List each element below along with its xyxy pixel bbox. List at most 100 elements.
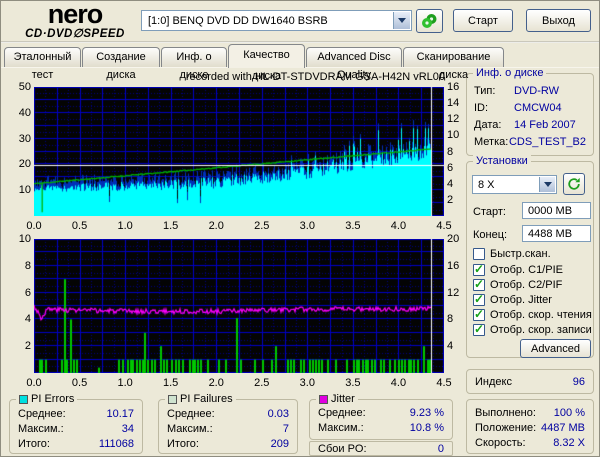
start-field[interactable]: 0000 MB bbox=[522, 202, 591, 219]
po-failures-group: Сбои PO: 0 bbox=[309, 441, 453, 456]
start-field-label: Старт: bbox=[473, 206, 506, 218]
progress-group: Выполнено: 100 % Положение: 4487 MB Скорос… bbox=[466, 399, 594, 454]
disc-info-group: Инф. о диске Тип: DVD-RW ID: CMCW04 Дата: 1… bbox=[466, 67, 594, 156]
disc-info-title: Инф. о диске bbox=[473, 67, 547, 79]
axis-tick: 10 bbox=[18, 184, 31, 197]
tab-benchmark[interactable]: Эталонный тест bbox=[4, 47, 81, 81]
axis-tick: 6 bbox=[24, 286, 31, 299]
axis-tick: 4 bbox=[24, 313, 31, 326]
disc-icon bbox=[422, 14, 437, 28]
progress-done-row: Выполнено: 100 % bbox=[475, 406, 585, 419]
index-value: 96 bbox=[572, 375, 585, 388]
drive-select-value: [1:0] BENQ DVD DD DW1640 BSRB bbox=[148, 14, 328, 27]
axis-tick: 1.5 bbox=[163, 377, 179, 389]
tab-scan-disc[interactable]: Сканирование диска bbox=[403, 47, 504, 81]
po-failures-value: 0 bbox=[437, 442, 444, 455]
axis-tick: 4.0 bbox=[390, 377, 407, 389]
po-failures-row: Сбои PO: 0 bbox=[310, 442, 452, 455]
axis-tick: 4.5 bbox=[436, 377, 452, 389]
axis-tick: 2.0 bbox=[208, 220, 224, 232]
refresh-icon bbox=[568, 177, 580, 190]
tab-create-disc[interactable]: Создание диска bbox=[82, 47, 160, 81]
pi-errors-stats-title: PI Errors bbox=[16, 393, 78, 405]
nero-cd-dvd-speed-window: nero CD·DVD∅SPEED [1:0] BENQ DVD DD DW16… bbox=[0, 0, 600, 457]
stat-row: Среднее: 0.03 bbox=[167, 407, 289, 420]
end-field-label: Конец: bbox=[473, 229, 508, 241]
disc-type-row: Тип: DVD-RW bbox=[474, 84, 560, 97]
advanced-button[interactable]: Advanced bbox=[520, 339, 591, 358]
pi-errors-chart bbox=[34, 87, 444, 216]
axis-tick: 50 bbox=[18, 81, 31, 93]
recorded-with-label: recorded with HL-DT-STDVDRAM GSA-H42N vR… bbox=[185, 71, 445, 83]
pi-errors-legend-swatch bbox=[19, 394, 28, 404]
checkbox-box[interactable] bbox=[473, 262, 485, 276]
axis-tick: 3.0 bbox=[299, 377, 315, 389]
axis-tick: 1.5 bbox=[163, 220, 179, 232]
index-label: Индекс bbox=[475, 375, 512, 388]
pi-failures-stats-group: PI Failures Среднее: 0.03 Максим.: 7 Итого… bbox=[158, 393, 298, 454]
checkbox-show-read-speed[interactable]: Отобр. скор. чтения bbox=[473, 307, 592, 322]
axis-tick: 8 bbox=[24, 259, 31, 272]
checkbox-fast-scan[interactable]: Быстр.скан. bbox=[473, 247, 551, 261]
axis-tick: 10 bbox=[18, 233, 31, 245]
disc-id-row: ID: CMCW04 bbox=[474, 101, 562, 114]
checkbox-box[interactable] bbox=[473, 292, 485, 306]
axis-tick: 3.5 bbox=[345, 377, 361, 389]
checkbox-box[interactable] bbox=[473, 322, 485, 336]
stat-row: Итого: 111068 bbox=[18, 437, 134, 450]
axis-tick: 4.0 bbox=[390, 220, 407, 232]
nero-logo: nero CD·DVD∅SPEED bbox=[9, 0, 141, 40]
axis-tick: 20 bbox=[18, 158, 31, 171]
checkbox-box[interactable] bbox=[473, 248, 485, 260]
stat-row: Максим.: 34 bbox=[18, 422, 134, 435]
chevron-down-icon[interactable] bbox=[393, 12, 410, 29]
pi-failures-jitter-chart bbox=[34, 239, 444, 373]
exit-button[interactable]: Выход bbox=[526, 9, 591, 32]
progress-speed-row: Скорость: 8.32 X bbox=[475, 436, 585, 449]
po-failures-label: Сбои PO: bbox=[318, 442, 367, 455]
stat-row: Максим.: 7 bbox=[167, 422, 289, 435]
axis-tick: 3.0 bbox=[299, 220, 315, 232]
start-button[interactable]: Старт bbox=[453, 9, 513, 32]
axis-tick: 40 bbox=[18, 106, 31, 119]
stat-row: Среднее: 9.23 % bbox=[318, 406, 444, 419]
tab-disc-quality[interactable]: Качество диска bbox=[228, 44, 305, 82]
pi-errors-stats-group: PI Errors Среднее: 10.17 Максим.: 34 Итого… bbox=[9, 393, 143, 454]
jitter-stats-title: Jitter bbox=[316, 393, 358, 405]
eject-disc-button[interactable] bbox=[416, 9, 443, 33]
axis-tick: 2.5 bbox=[254, 220, 270, 232]
tab-advanced-quality[interactable]: Advanced Disc Quality bbox=[306, 47, 402, 81]
axis-tick: 2.0 bbox=[208, 377, 224, 389]
axis-tick: 0.5 bbox=[71, 377, 88, 389]
cd-dvd-speed-logo-text: CD·DVD∅SPEED bbox=[25, 28, 125, 40]
axis-tick: 4.5 bbox=[436, 220, 452, 232]
speed-select[interactable]: 8 X bbox=[472, 175, 557, 194]
progress-position-row: Положение: 4487 MB bbox=[475, 421, 585, 434]
settings-title: Установки bbox=[473, 155, 531, 167]
axis-tick: 2.5 bbox=[254, 377, 270, 389]
stat-row: Максим.: 10.8 % bbox=[318, 421, 444, 434]
refresh-button[interactable] bbox=[563, 173, 585, 195]
index-group: Индекс 96 bbox=[466, 369, 594, 394]
axis-tick: 1.0 bbox=[117, 377, 133, 389]
end-field[interactable]: 4488 MB bbox=[522, 225, 591, 242]
nero-logo-text: nero bbox=[47, 0, 104, 29]
disc-date-row: Дата: 14 Feb 2007 bbox=[474, 118, 576, 131]
checkbox-show-c2-pif[interactable]: Отобр. C2/PIF bbox=[473, 277, 562, 292]
chevron-down-icon[interactable] bbox=[539, 177, 555, 192]
axis-tick: 1.0 bbox=[117, 220, 133, 232]
header-separator bbox=[1, 41, 599, 43]
checkbox-box[interactable] bbox=[473, 277, 485, 291]
pi-failures-legend-swatch bbox=[168, 394, 177, 404]
checkbox-show-c1-pie[interactable]: Отобр. C1/PIE bbox=[473, 262, 563, 277]
index-row: Индекс 96 bbox=[467, 370, 593, 393]
checkbox-show-write-speed[interactable]: Отобр. скор. записи bbox=[473, 322, 592, 337]
axis-tick: 30 bbox=[18, 132, 31, 145]
stat-row: Среднее: 10.17 bbox=[18, 407, 134, 420]
checkbox-show-jitter[interactable]: Отобр. Jitter bbox=[473, 292, 552, 307]
tab-disc-info[interactable]: Инф. о диске bbox=[161, 47, 227, 81]
drive-select[interactable]: [1:0] BENQ DVD DD DW1640 BSRB bbox=[141, 10, 412, 31]
jitter-legend-swatch bbox=[319, 394, 328, 404]
axis-tick: 3.5 bbox=[345, 220, 361, 232]
checkbox-box[interactable] bbox=[473, 307, 485, 321]
